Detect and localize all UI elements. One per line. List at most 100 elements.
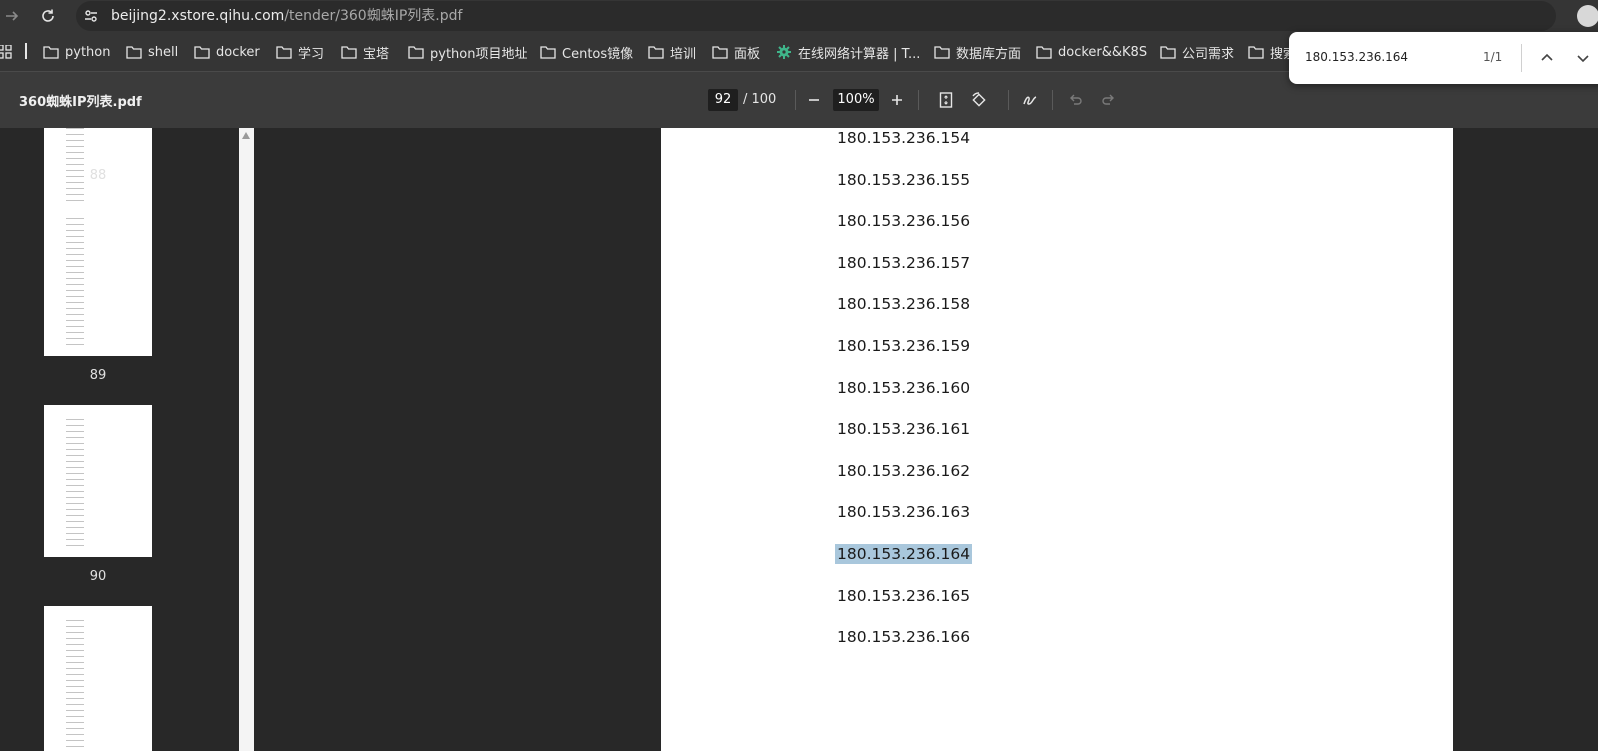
thumbnail-line bbox=[66, 230, 84, 231]
address-bar[interactable]: beijing2.xstore.qihu.com/tender/360蜘蛛IP列… bbox=[76, 1, 1556, 31]
ip-entry: 180.153.236.162 bbox=[837, 462, 971, 480]
bookmark-item[interactable]: 学习 bbox=[276, 42, 324, 62]
folder-icon bbox=[341, 46, 357, 59]
redo-button[interactable] bbox=[1097, 89, 1119, 111]
thumbnail-line bbox=[66, 545, 84, 546]
thumbnail-line bbox=[66, 158, 84, 159]
bookmark-item[interactable]: 宝塔 bbox=[341, 42, 389, 62]
thumbnail-sidebar: 88 89 90 bbox=[0, 128, 238, 751]
apps-grid-icon[interactable] bbox=[0, 44, 12, 63]
fit-page-button[interactable] bbox=[935, 89, 957, 111]
undo-icon bbox=[1070, 94, 1082, 105]
find-input[interactable]: 180.153.236.164 bbox=[1305, 50, 1408, 64]
thumbnail-line bbox=[66, 254, 84, 255]
bookmarks-separator bbox=[25, 43, 27, 59]
ip-entry: 180.153.236.160 bbox=[837, 379, 971, 397]
thumbnail-page-90[interactable] bbox=[44, 405, 152, 557]
bookmark-item[interactable]: 公司需求 bbox=[1160, 42, 1234, 62]
thumbnail-line bbox=[66, 539, 84, 540]
thumbnail-line bbox=[66, 260, 84, 261]
thumbnail-line bbox=[66, 521, 84, 522]
thumbnail-page-91[interactable] bbox=[44, 606, 152, 751]
ip-entry: 180.153.236.163 bbox=[837, 503, 971, 521]
thumbnail-line bbox=[66, 473, 84, 474]
rotate-button[interactable] bbox=[968, 89, 990, 111]
minus-icon bbox=[809, 99, 819, 101]
thumbnail-line bbox=[66, 128, 84, 129]
thumbnail-line bbox=[66, 692, 84, 693]
reload-button[interactable] bbox=[36, 4, 60, 28]
folder-icon bbox=[712, 46, 728, 59]
bookmark-item[interactable]: 数据库方面 bbox=[934, 42, 1021, 62]
folder-icon bbox=[1248, 46, 1264, 59]
sidebar-scrollbar[interactable] bbox=[239, 128, 254, 751]
thumbnail-line bbox=[66, 704, 84, 705]
site-info-button[interactable] bbox=[82, 7, 100, 25]
ip-entry: 180.153.236.157 bbox=[837, 254, 971, 272]
toolbar-separator bbox=[795, 90, 796, 110]
folder-icon bbox=[126, 46, 142, 59]
zoom-in-button[interactable] bbox=[886, 89, 908, 111]
annotate-button[interactable] bbox=[1019, 89, 1041, 111]
find-next-button[interactable] bbox=[1571, 46, 1595, 70]
forward-button[interactable] bbox=[0, 4, 24, 28]
thumbnail-line bbox=[66, 479, 84, 480]
thumbnail-line bbox=[66, 338, 84, 339]
url-host: beijing2.xstore.qihu.com bbox=[111, 8, 285, 24]
document-title: 360蜘蛛IP列表.pdf bbox=[19, 95, 142, 110]
gear-site-icon bbox=[777, 45, 791, 59]
pdf-extension-icon[interactable] bbox=[1577, 5, 1598, 27]
thumbnail-line bbox=[66, 740, 84, 741]
page-number-input[interactable]: 92 bbox=[708, 89, 738, 111]
undo-button[interactable] bbox=[1065, 89, 1087, 111]
thumbnail-line bbox=[66, 686, 84, 687]
ip-entry: 180.153.236.161 bbox=[837, 420, 971, 438]
thumbnail-line bbox=[66, 308, 84, 309]
zoom-level-input[interactable]: 100% bbox=[833, 89, 879, 111]
bookmark-item[interactable]: docker bbox=[194, 42, 260, 62]
ip-entry: 180.153.236.156 bbox=[837, 212, 971, 230]
bookmark-label: shell bbox=[148, 44, 179, 60]
thumbnail-line bbox=[66, 248, 84, 249]
thumbnail-line bbox=[66, 644, 84, 645]
thumbnail-line bbox=[66, 716, 84, 717]
thumbnail-line bbox=[66, 242, 84, 243]
plus-icon bbox=[892, 95, 902, 105]
find-previous-button[interactable] bbox=[1535, 46, 1559, 70]
scroll-up-arrow-icon[interactable] bbox=[242, 132, 250, 139]
thumbnail-line bbox=[66, 722, 84, 723]
thumbnail-line bbox=[66, 140, 84, 141]
bookmark-item[interactable]: Centos镜像 bbox=[540, 42, 633, 62]
thumbnail-line bbox=[66, 734, 84, 735]
bookmark-label: 学习 bbox=[298, 46, 325, 62]
bookmark-item[interactable]: 培训 bbox=[648, 42, 696, 62]
thumbnail-line bbox=[66, 620, 84, 621]
bookmark-item[interactable]: 在线网络计算器 | T... bbox=[776, 42, 920, 62]
thumbnail-line bbox=[66, 332, 84, 333]
thumbnail-label: 90 bbox=[89, 569, 107, 584]
thumbnail-line bbox=[66, 515, 84, 516]
bookmark-item[interactable]: 面板 bbox=[712, 42, 760, 62]
thumbnail-text-lines bbox=[66, 218, 84, 350]
bookmark-item[interactable]: docker&&K8S bbox=[1036, 42, 1147, 62]
thumbnail-line bbox=[66, 431, 84, 432]
ip-entry: 180.153.236.155 bbox=[837, 171, 971, 189]
toolbar-separator bbox=[918, 90, 919, 110]
bookmark-item[interactable]: python bbox=[43, 42, 110, 62]
thumbnail-line bbox=[66, 134, 84, 135]
thumbnail-line bbox=[66, 152, 84, 153]
thumbnail-page-89[interactable] bbox=[44, 204, 152, 356]
ip-entry: 180.153.236.154 bbox=[837, 129, 971, 147]
ip-entry: 180.153.236.165 bbox=[837, 587, 971, 605]
folder-icon bbox=[540, 46, 556, 59]
thumbnail-line bbox=[66, 218, 84, 219]
bookmark-item[interactable]: python项目地址 bbox=[408, 42, 527, 62]
thumbnail-line bbox=[66, 425, 84, 426]
find-bar: 180.153.236.164 1/1 bbox=[1289, 32, 1598, 84]
bookmark-item[interactable]: shell bbox=[126, 42, 178, 62]
bookmark-label: 宝塔 bbox=[363, 46, 390, 62]
redo-icon bbox=[1102, 94, 1114, 105]
find-separator bbox=[1521, 44, 1522, 72]
zoom-out-button[interactable] bbox=[803, 89, 825, 111]
folder-icon bbox=[1036, 46, 1052, 59]
